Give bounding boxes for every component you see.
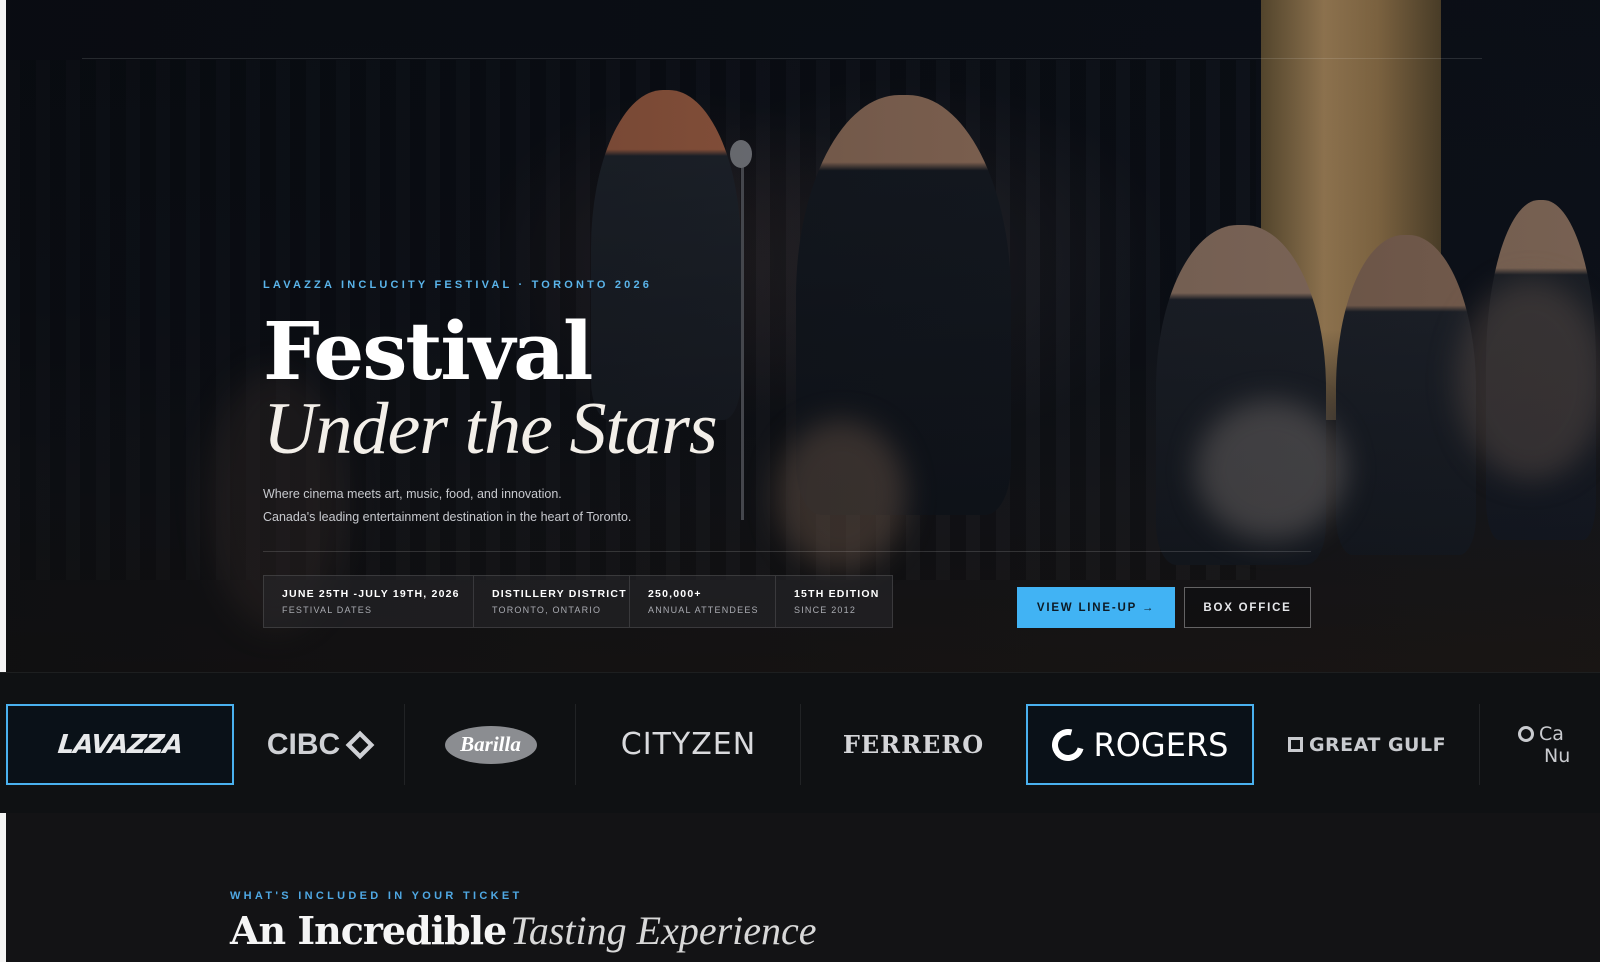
lavazza-logo: LAVAZZA [56,729,184,760]
sponsor-cityzen[interactable]: CITYZEN [576,704,801,785]
stat-value: DISTILLERY DISTRICT [492,588,627,600]
rogers-swirl-icon [1045,722,1090,767]
partial-sponsor-line: Ca [1539,722,1564,745]
page-edge [0,813,6,962]
rogers-logo: ROGERS [1045,722,1229,767]
stat-label: ANNUAL ATTENDEES [648,605,759,615]
barilla-wordmark: Barilla [460,732,521,756]
cibc-wordmark: CIBC [266,727,341,761]
sponsor-rogers[interactable]: ROGERS [1026,704,1254,785]
rogers-wordmark: ROGERS [1093,725,1229,764]
gear-icon [1518,725,1534,742]
sponsor-ferrero[interactable]: FERRERO [801,704,1026,785]
cibc-logo: CIBC [266,727,375,762]
festival-stats: JUNE 25TH -JULY 19TH, 2026 FESTIVAL DATE… [263,575,893,628]
great-gulf-logo: GREAT GULF [1287,733,1447,756]
sponsor-cibc[interactable]: CIBC [234,704,405,785]
barilla-logo: Barilla [444,725,537,764]
page-edge [0,0,6,672]
great-gulf-square-icon [1287,737,1303,752]
included-title: An Incredible Tasting Experience [230,908,817,955]
partial-sponsor-line: Nu [1544,744,1571,767]
stat-label: TORONTO, ONTARIO [492,605,602,615]
header-divider [82,58,1482,59]
sponsor-partial[interactable]: Ca Nu [1480,704,1600,785]
sponsor-barilla[interactable]: Barilla [405,704,576,785]
sponsor-great-gulf[interactable]: GREAT GULF [1254,704,1480,785]
stat-label: FESTIVAL DATES [282,605,373,615]
stat-value: 15TH EDITION [794,588,880,600]
box-office-button[interactable]: BOX OFFICE [1184,587,1311,628]
included-title-bold: An Incredible [230,908,507,953]
ferrero-logo: FERRERO [842,730,985,759]
hero-description-line: Where cinema meets art, music, food, and… [263,487,562,501]
hero-overlay [6,0,1600,672]
hero-eyebrow: LAVAZZA INCLUCITY FESTIVAL · TORONTO 202… [263,279,653,291]
hero-section [6,0,1600,672]
hero-content: LAVAZZA INCLUCITY FESTIVAL · TORONTO 202… [263,279,718,529]
hero-description: Where cinema meets art, music, food, and… [263,483,717,529]
included-eyebrow: WHAT'S INCLUDED IN YOUR TICKET [230,890,523,902]
included-title-italic: Tasting Experience [510,908,817,953]
stat-location: DISTILLERY DISTRICT TORONTO, ONTARIO [474,576,630,627]
hero-divider [263,551,1311,552]
hero-description-line: Canada's leading entertainment destinati… [263,510,632,524]
sponsor-lavazza[interactable]: LAVAZZA [6,704,234,785]
stat-value: 250,000+ [648,588,702,600]
stat-value: JUNE 25TH -JULY 19TH, 2026 [282,588,460,600]
stat-edition: 15TH EDITION SINCE 2012 [776,576,892,627]
great-gulf-wordmark: GREAT GULF [1308,733,1447,756]
view-lineup-button[interactable]: VIEW LINE-UP → [1017,587,1175,628]
hero-title: Festival [263,304,593,398]
stat-attendees: 250,000+ ANNUAL ATTENDEES [630,576,776,627]
partial-sponsor-logo: Ca Nu [1518,723,1570,767]
stat-label: SINCE 2012 [794,605,857,615]
cibc-diamond-icon [345,730,375,759]
cityzen-logo: CITYZEN [620,727,757,762]
hero-subtitle: Under the Stars [263,388,718,470]
stat-dates: JUNE 25TH -JULY 19TH, 2026 FESTIVAL DATE… [264,576,474,627]
sponsor-strip: LAVAZZA CIBC Barilla CITYZEN FERRERO ROG… [0,672,1600,813]
